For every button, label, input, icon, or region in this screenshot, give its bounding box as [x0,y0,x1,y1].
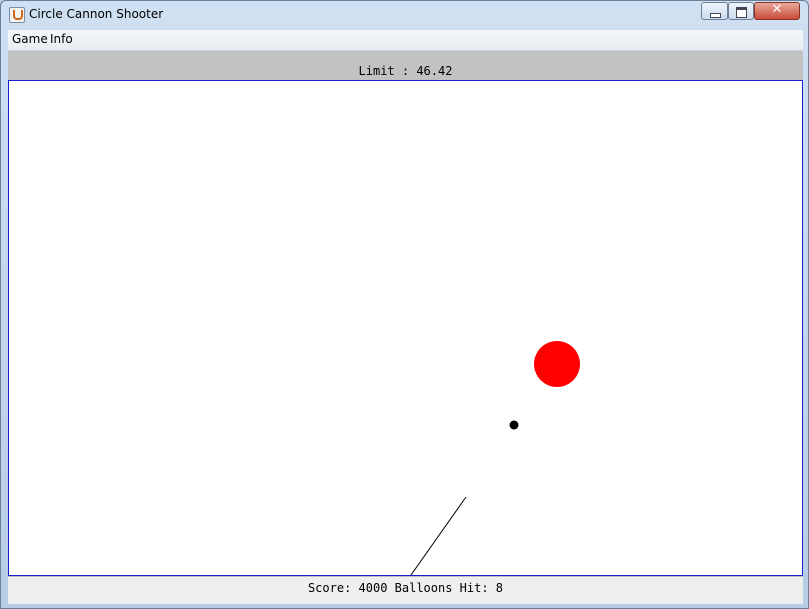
client-area: Game Info Limit : 46.42 Score: 4000 Ball… [8,30,803,604]
menu-game[interactable]: Game [12,32,48,46]
close-button[interactable]: ✕ [754,2,800,20]
limit-label: Limit : 46.42 [358,64,453,78]
menu-info[interactable]: Info [50,32,73,46]
window-title: Circle Cannon Shooter [29,7,164,21]
game-canvas[interactable] [8,80,803,576]
minimize-button[interactable] [701,2,728,20]
close-icon: ✕ [771,2,783,17]
maximize-button[interactable] [728,2,754,20]
title-bar[interactable]: Circle Cannon Shooter ✕ [1,1,808,29]
app-window: Circle Cannon Shooter ✕ Game Info Limit … [0,0,809,609]
limit-bar: Limit : 46.42 [8,51,803,80]
cannonball [509,420,519,430]
score-bar: Score: 4000 Balloons Hit: 8 [8,576,803,604]
game-scene [410,341,580,575]
menu-bar: Game Info [8,30,803,51]
cannon-barrel [410,496,467,575]
balloon [534,341,580,387]
score-label: Score: 4000 Balloons Hit: 8 [307,581,504,595]
java-icon [9,7,25,23]
